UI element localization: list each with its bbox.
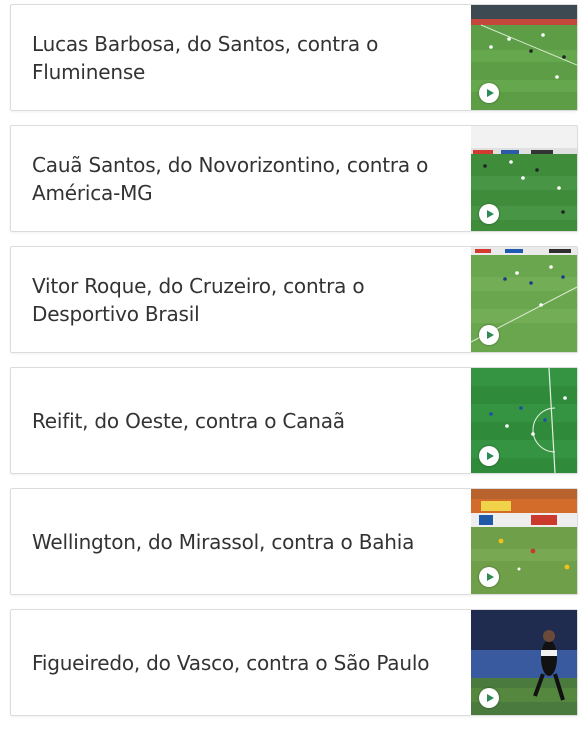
video-card[interactable]: Reifit, do Oeste, contra o Canaã xyxy=(10,367,578,474)
video-card[interactable]: Cauã Santos, do Novorizontino, contra o … xyxy=(10,125,578,232)
video-card[interactable]: Vitor Roque, do Cruzeiro, contra o Despo… xyxy=(10,246,578,353)
play-icon[interactable] xyxy=(479,688,499,708)
video-thumbnail[interactable] xyxy=(471,368,577,473)
video-thumbnail[interactable] xyxy=(471,5,577,110)
video-thumbnail[interactable] xyxy=(471,126,577,231)
video-card[interactable]: Figueiredo, do Vasco, contra o São Paulo xyxy=(10,609,578,716)
video-title[interactable]: Reifit, do Oeste, contra o Canaã xyxy=(32,368,450,473)
video-thumbnail[interactable] xyxy=(471,610,577,715)
video-title[interactable]: Cauã Santos, do Novorizontino, contra o … xyxy=(32,126,450,231)
play-icon[interactable] xyxy=(479,325,499,345)
video-thumbnail[interactable] xyxy=(471,247,577,352)
video-title[interactable]: Figueiredo, do Vasco, contra o São Paulo xyxy=(32,610,450,715)
video-title[interactable]: Lucas Barbosa, do Santos, contra o Flumi… xyxy=(32,5,450,110)
video-card[interactable]: Lucas Barbosa, do Santos, contra o Flumi… xyxy=(10,4,578,111)
play-icon[interactable] xyxy=(479,446,499,466)
play-icon[interactable] xyxy=(479,204,499,224)
video-title[interactable]: Vitor Roque, do Cruzeiro, contra o Despo… xyxy=(32,247,450,352)
video-thumbnail[interactable] xyxy=(471,489,577,594)
play-icon[interactable] xyxy=(479,567,499,587)
video-title[interactable]: Wellington, do Mirassol, contra o Bahia xyxy=(32,489,450,594)
video-card[interactable]: Wellington, do Mirassol, contra o Bahia xyxy=(10,488,578,595)
play-icon[interactable] xyxy=(479,83,499,103)
video-list: Lucas Barbosa, do Santos, contra o Flumi… xyxy=(10,4,578,730)
